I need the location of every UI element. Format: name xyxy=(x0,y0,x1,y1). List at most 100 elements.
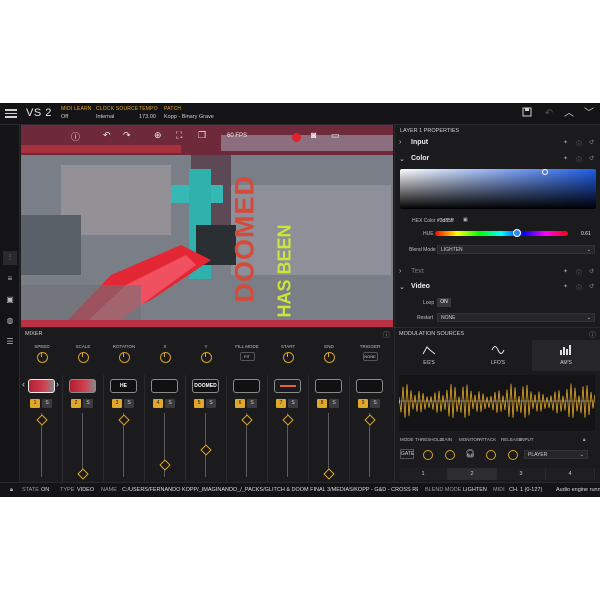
release-knob[interactable] xyxy=(508,450,518,460)
clock-source-status[interactable]: CLOCK SOURCE Internal xyxy=(96,106,138,120)
layer-thumbnail[interactable] xyxy=(233,379,260,393)
rotary-knob[interactable] xyxy=(323,352,335,363)
chevron-up-icon[interactable]: ︿ xyxy=(562,107,576,121)
channel-number-button[interactable]: 2 xyxy=(71,399,81,408)
pin-icon[interactable]: ✦ xyxy=(563,139,568,146)
rotary-knob[interactable] xyxy=(282,352,294,363)
channel-number-button[interactable]: 3 xyxy=(112,399,122,408)
pin-icon[interactable]: ✦ xyxy=(563,155,568,162)
pin-icon[interactable]: ✦ xyxy=(563,268,568,275)
gain-knob[interactable] xyxy=(445,450,455,460)
layer-thumbnail[interactable] xyxy=(69,379,96,393)
redo-icon[interactable]: ↷ xyxy=(123,130,131,141)
mixer-sliders-icon[interactable]: ⫶ xyxy=(3,251,17,265)
channel-number-button[interactable]: 9 xyxy=(358,399,368,408)
modulation-page-button[interactable]: 2 xyxy=(448,468,497,480)
hamburger-menu-icon[interactable] xyxy=(4,107,18,121)
chevron-right-icon[interactable]: › xyxy=(56,379,59,389)
restart-select[interactable]: NONE ⌄ xyxy=(437,313,595,322)
knob-button[interactable]: FIT xyxy=(239,352,255,361)
lock-icon[interactable]: 🔒︎ xyxy=(10,487,13,494)
fader-handle[interactable] xyxy=(281,414,294,426)
fader-handle[interactable] xyxy=(363,414,376,426)
solo-button[interactable]: S xyxy=(370,399,380,408)
save-icon[interactable] xyxy=(520,107,534,121)
modulation-page-button[interactable]: 4 xyxy=(546,468,595,480)
solo-button[interactable]: S xyxy=(124,399,134,408)
help-icon[interactable]: ⓘ xyxy=(71,130,80,143)
undo-icon[interactable]: ↶ xyxy=(103,130,111,141)
channel-number-button[interactable]: 5 xyxy=(194,399,204,408)
channel-number-button[interactable]: 7 xyxy=(276,399,286,408)
reset-icon[interactable]: ↺ xyxy=(589,268,594,275)
media-folder-icon[interactable]: ▣ xyxy=(3,293,17,307)
layer-thumbnail[interactable]: HE FUTUR xyxy=(110,379,137,393)
midi-learn-status[interactable]: MIDI LEARN Off xyxy=(61,106,92,120)
fit-frame-icon[interactable]: ⛶ xyxy=(176,130,182,141)
threshold-knob[interactable] xyxy=(423,450,433,460)
help-icon[interactable]: ⓘ xyxy=(383,330,390,340)
fader-handle[interactable] xyxy=(240,414,253,426)
color-picker-handle[interactable] xyxy=(542,169,548,175)
help-icon[interactable]: ⓘ xyxy=(576,155,582,164)
copy-icon[interactable]: ❐ xyxy=(198,130,206,141)
loop-toggle[interactable]: ON xyxy=(437,298,451,307)
undo-icon[interactable]: ↶ xyxy=(542,107,556,121)
attack-knob[interactable] xyxy=(486,450,496,460)
modulation-page-button[interactable]: 3 xyxy=(497,468,546,480)
channel-number-button[interactable]: 1 xyxy=(30,399,40,408)
help-icon[interactable]: ⓘ xyxy=(576,268,582,277)
fader-handle[interactable] xyxy=(322,468,335,480)
lock-icon[interactable]: 🔒︎ xyxy=(583,437,585,442)
input-select[interactable]: PLAYER ⌄ xyxy=(524,450,588,459)
hue-slider-handle[interactable] xyxy=(513,229,521,237)
record-icon[interactable] xyxy=(292,133,301,142)
reset-icon[interactable]: ↺ xyxy=(589,155,594,162)
layer-thumbnail[interactable] xyxy=(151,379,178,393)
eyedropper-icon[interactable]: ▣ xyxy=(463,217,468,223)
reset-icon[interactable]: ↺ xyxy=(589,139,594,146)
patch-status[interactable]: PATCH Kopp - Binary Grave xyxy=(164,106,214,120)
knob-button[interactable]: NONE xyxy=(362,352,378,361)
chevron-down-icon[interactable]: ﹀ xyxy=(582,107,596,121)
solo-button[interactable]: S xyxy=(83,399,93,408)
fader-handle[interactable] xyxy=(35,414,48,426)
fader-handle[interactable] xyxy=(76,468,89,480)
tab-ams[interactable]: AM'S xyxy=(532,340,600,371)
list-icon[interactable]: ≡ xyxy=(3,272,17,286)
solo-button[interactable]: S xyxy=(206,399,216,408)
section-input[interactable]: › Input ✦ ⓘ ↺ xyxy=(395,138,600,150)
channel-number-button[interactable]: 4 xyxy=(153,399,163,408)
rotary-knob[interactable] xyxy=(200,352,212,363)
section-video[interactable]: ⌄ Video ✦ ⓘ ↺ xyxy=(395,282,600,294)
hue-slider[interactable] xyxy=(435,231,568,236)
move-icon[interactable]: ⊕ xyxy=(154,130,162,141)
settings-list-icon[interactable]: ☰ xyxy=(3,335,17,349)
chevron-left-icon[interactable]: ‹ xyxy=(22,379,25,389)
rotary-knob[interactable] xyxy=(159,352,171,363)
layer-thumbnail[interactable]: DOOMED xyxy=(192,379,219,393)
section-color[interactable]: ⌄ Color ✦ ⓘ ↺ xyxy=(395,154,600,166)
solo-button[interactable]: S xyxy=(247,399,257,408)
section-text[interactable]: › Text ✦ ⓘ ↺ xyxy=(395,267,600,279)
mode-select[interactable]: GATE xyxy=(400,449,414,459)
tempo-status[interactable]: TEMPO 173.00 xyxy=(139,106,158,120)
modulation-page-button[interactable]: 1 xyxy=(399,468,448,480)
solo-button[interactable]: S xyxy=(329,399,339,408)
palette-icon[interactable]: ◍ xyxy=(3,314,17,328)
help-icon[interactable]: ⓘ xyxy=(589,330,596,340)
camera-icon[interactable]: ◙ xyxy=(311,130,316,140)
layer-thumbnail[interactable] xyxy=(356,379,383,393)
rotary-knob[interactable] xyxy=(36,352,48,363)
hex-value[interactable]: #3d85ff xyxy=(437,218,454,224)
pin-icon[interactable]: ✦ xyxy=(563,283,568,290)
channel-number-button[interactable]: 8 xyxy=(317,399,327,408)
color-picker-area[interactable] xyxy=(400,169,596,209)
reset-icon[interactable]: ↺ xyxy=(589,283,594,290)
video-preview[interactable]: DOOMED HAS BEEN ⓘ ↶ ↷ ⊕ ⛶ ❐ 60 FPS ◙ ▭ xyxy=(21,125,393,327)
help-icon[interactable]: ⓘ xyxy=(576,139,582,148)
blend-mode-select[interactable]: LIGHTEN ⌄ xyxy=(437,245,595,254)
headphones-icon[interactable]: 🎧︎ xyxy=(465,449,475,458)
fader-handle[interactable] xyxy=(199,444,212,456)
channel-number-button[interactable]: 6 xyxy=(235,399,245,408)
